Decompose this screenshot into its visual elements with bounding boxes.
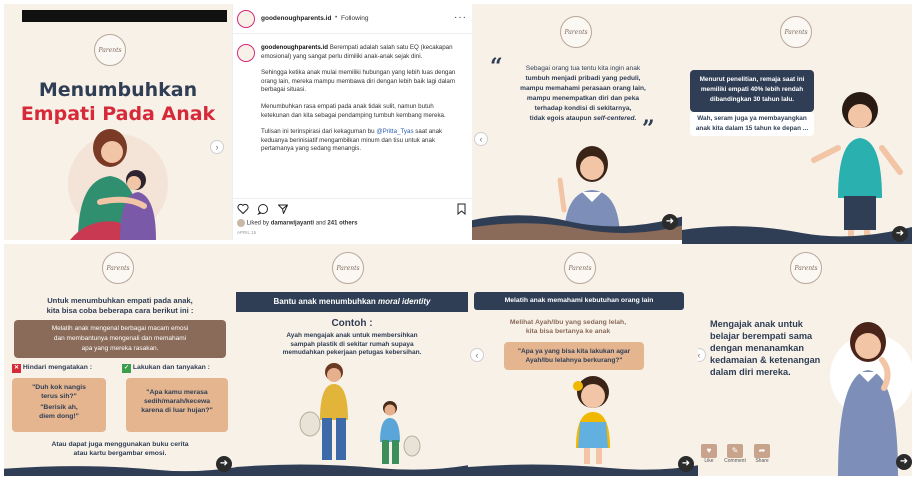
avoid-phrases-box: "Duh kok nangis terus sih?" "Berisik ah,… [12, 378, 106, 432]
post-action-bar: ♥ Like ✎ Comment ➦ Share [698, 444, 798, 474]
like-icon: ♥ [701, 444, 717, 458]
bookmark-icon[interactable] [456, 203, 467, 215]
like-action[interactable]: ♥ Like [700, 444, 718, 464]
do-check-icon: ✓ [122, 364, 131, 373]
liked-by-row: Liked by damarwijayanti and 241 others [237, 219, 357, 227]
brand-logo: Parents [102, 252, 134, 284]
brand-logo: Parents [94, 34, 126, 66]
more-dots-icon[interactable]: ··· [454, 12, 467, 23]
brand-logo: Parents [790, 252, 822, 284]
next-slide-button[interactable]: ➜ [662, 214, 678, 230]
slide-tips-panel: Parents Untuk menumbuhkan empati pada an… [4, 244, 236, 476]
example-heading: Contoh : [331, 318, 373, 329]
following-button[interactable]: Following [341, 15, 368, 22]
tips-intro: Untuk menumbuhkan empati pada anak, kita… [46, 296, 194, 315]
prev-slide-button[interactable]: ‹ [474, 132, 488, 146]
brand-logo: Parents [560, 16, 592, 48]
slide-moral-identity-panel: Parents Bantu anak menumbuhkan moral ide… [236, 244, 468, 476]
caption-username[interactable]: goodenoughparents.id [261, 44, 328, 51]
brand-logo: Parents [780, 16, 812, 48]
liked-by-avatar [237, 219, 245, 227]
caption-avatar[interactable] [237, 44, 255, 62]
bottom-wave [4, 466, 236, 476]
moral-identity-banner: Bantu anak menumbuhkan moral identity [236, 292, 468, 312]
slide-final-panel: Parents ‹ Mengajak anak untuk belajar be… [698, 244, 912, 476]
heart-icon[interactable] [237, 203, 249, 215]
quote-text: Sebagai orang tua tentu kita ingin anak … [520, 65, 646, 122]
comment-icon[interactable] [257, 203, 269, 215]
title-line-1: Menumbuhkan [38, 79, 198, 101]
woman-calm-illustration [830, 322, 912, 476]
question-box: "Apa ya yang bisa kita lakukan agar Ayah… [504, 342, 644, 370]
bottom-wave [468, 464, 698, 476]
next-slide-button[interactable]: › [210, 140, 224, 154]
caption-section: goodenoughparents.id Berempati adalah sa… [233, 38, 472, 196]
liked-by-user[interactable]: damarwijayanti [271, 221, 314, 227]
post-username[interactable]: goodenoughparents.id [261, 15, 331, 22]
prev-slide-button[interactable]: ‹ [698, 348, 706, 362]
avoid-x-icon: ✕ [12, 364, 21, 373]
slide-title-panel: Parents Menumbuhkan Empati Pada Anak › [4, 4, 232, 240]
brand-logo: Parents [332, 252, 364, 284]
post-actions: Liked by damarwijayanti and 241 others A… [233, 198, 472, 238]
slide-research-panel: Parents Menurut penelitian, remaja saat … [682, 4, 912, 248]
comment-action[interactable]: ✎ Comment [722, 444, 748, 464]
next-slide-button[interactable]: ➜ [896, 454, 912, 470]
quote-close-mark: ” [642, 116, 655, 142]
avatar[interactable] [237, 10, 255, 28]
do-phrases-box: "Apa kamu merasa sedih/marah/kecewa kare… [126, 378, 228, 432]
mention-link[interactable]: @Pritta_Tyas [376, 128, 413, 135]
needs-subtext: Melihat Ayah/Ibu yang sedang lelah, kita… [509, 319, 627, 335]
share-arrow-icon: ➦ [754, 444, 770, 458]
example-text: Ayah mengajak anak untuk membersihkan sa… [282, 332, 422, 356]
needs-banner: Melatih anak memahami kebutuhan orang la… [474, 292, 684, 310]
share-action[interactable]: ➦ Share [752, 444, 772, 464]
caption-paragraph-2: Sehingga ketika anak mulai memiliki hubu… [261, 69, 456, 94]
instagram-post-panel: goodenoughparents.id • Following ··· goo… [232, 4, 472, 240]
caption-text: goodenoughparents.id Berempati adalah sa… [261, 44, 461, 154]
next-slide-button[interactable]: ➜ [678, 456, 694, 472]
follow-separator: • [335, 14, 338, 21]
girl-thinking-illustration [573, 376, 610, 464]
father-child-cleaning-illustration [299, 363, 421, 464]
share-icon[interactable] [277, 203, 289, 215]
wow-box: Wah, seram juga ya membayangkan anak kit… [690, 112, 814, 136]
caption-paragraph-4: Tulisan ini terinspirasi dari kekaguman … [261, 128, 443, 153]
prev-slide-button[interactable]: ‹ [470, 348, 484, 362]
post-date: APRIL 15 [237, 230, 257, 235]
bottom-wave [472, 215, 682, 240]
tips-footer: Atau dapat juga menggunakan buku cerita … [51, 441, 189, 457]
post-header: goodenoughparents.id • Following ··· [233, 4, 472, 34]
bottom-wave [236, 464, 468, 476]
caption-paragraph-1: goodenoughparents.id Berempati adalah sa… [261, 44, 453, 60]
comment-bubble-icon: ✎ [727, 444, 743, 458]
slide-title: Menumbuhkan Empati Pada Anak [4, 78, 232, 126]
next-slide-button[interactable]: ➜ [892, 226, 908, 242]
slide-quote-panel: Parents ‹ “ Sebagai orang tua tentu kita… [472, 4, 682, 240]
panel-top-bar [22, 10, 227, 22]
next-slide-button[interactable]: ➜ [216, 456, 232, 472]
avoid-heading: ✕ Hindari mengatakan : [12, 364, 93, 373]
brand-logo: Parents [564, 252, 596, 284]
mother-hugging-child-illustration [68, 129, 168, 240]
caption-paragraph-3: Menumbuhkan rasa empati pada anak tidak … [261, 102, 446, 119]
slide-needs-panel: Parents Melatih anak memahami kebutuhan … [468, 244, 698, 476]
do-heading: ✓ Lakukan dan tanyakan : [122, 364, 210, 373]
research-box: Menurut penelitian, remaja saat ini memi… [690, 70, 814, 112]
likes-count[interactable]: 241 others [327, 221, 357, 227]
emotion-training-box: Melatih anak mengenal berbagai macam emo… [14, 320, 226, 358]
